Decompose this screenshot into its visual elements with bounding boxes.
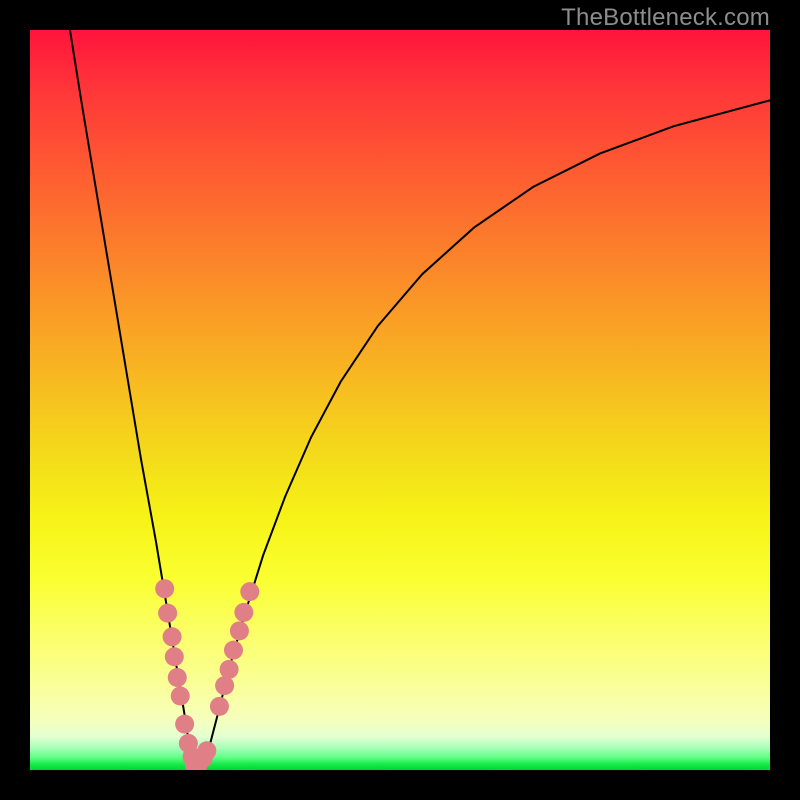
data-marker — [155, 579, 174, 598]
data-marker — [240, 582, 259, 601]
curve-layer — [30, 30, 770, 770]
data-marker — [165, 647, 184, 666]
chart-frame: TheBottleneck.com — [0, 0, 800, 800]
data-marker — [171, 687, 190, 706]
watermark-text: TheBottleneck.com — [561, 4, 770, 32]
data-marker — [230, 621, 249, 640]
data-marker — [224, 641, 243, 660]
data-marker — [210, 697, 229, 716]
data-marker — [215, 676, 234, 695]
marker-group — [155, 579, 259, 770]
data-marker — [197, 741, 216, 760]
data-marker — [158, 604, 177, 623]
plot-area — [30, 30, 770, 770]
data-marker — [220, 660, 239, 679]
data-marker — [234, 603, 253, 622]
data-marker — [175, 715, 194, 734]
data-marker — [163, 627, 182, 646]
data-marker — [168, 668, 187, 687]
